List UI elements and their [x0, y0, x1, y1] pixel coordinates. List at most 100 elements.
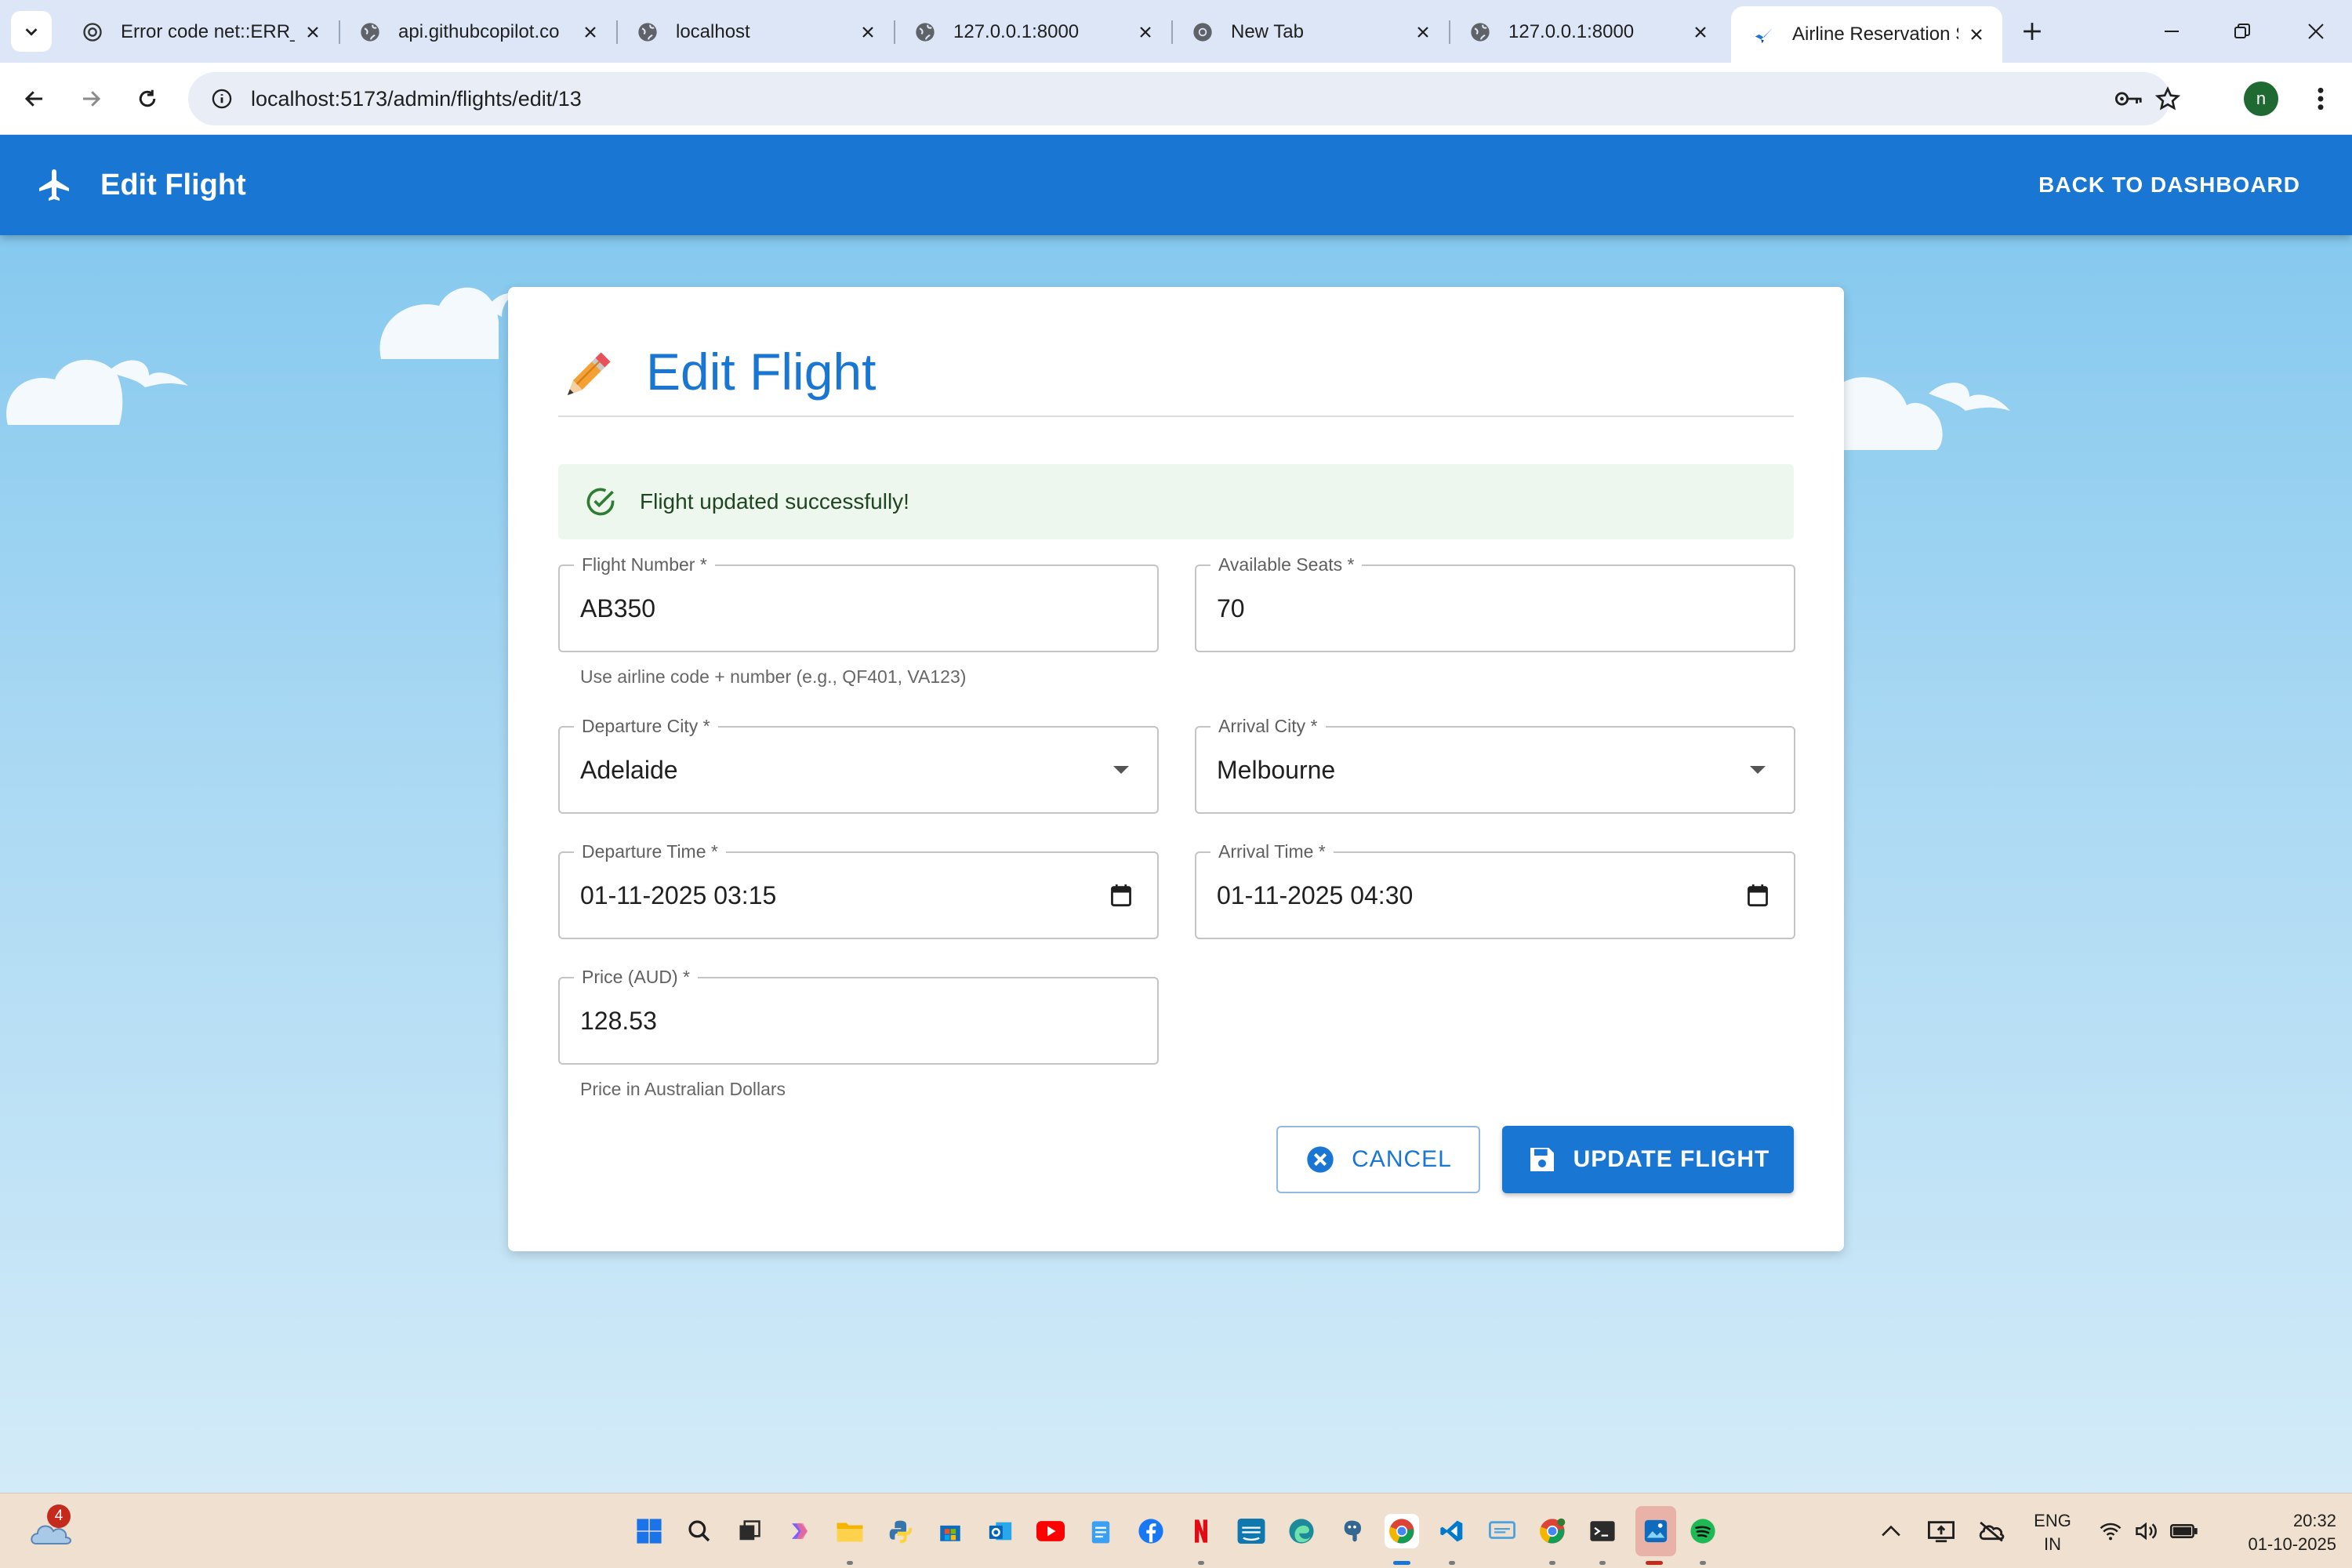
- arrival-time-input[interactable]: 01-11-2025 04:30: [1217, 853, 1413, 938]
- windows-taskbar: 4 ENG IN 20:32 01-10-2025: [0, 1493, 2352, 1568]
- airplane-icon: [39, 169, 69, 201]
- browser-tab-strip: Error code net::ERR_ api.githubcopilot.c…: [0, 0, 2352, 63]
- chrome-icon[interactable]: [1385, 1514, 1419, 1548]
- copilot-icon[interactable]: [782, 1514, 817, 1548]
- task-view-icon[interactable]: [732, 1514, 767, 1548]
- facebook-icon[interactable]: [1134, 1514, 1168, 1548]
- tab-127-0-0-1-a[interactable]: 127.0.0.1:8000: [892, 8, 1173, 56]
- battery-icon[interactable]: [2167, 1514, 2201, 1548]
- dropdown-arrow-icon[interactable]: [1742, 754, 1773, 786]
- tab-127-0-0-1-b[interactable]: 127.0.0.1:8000: [1447, 8, 1726, 56]
- chevron-up-icon[interactable]: [1874, 1514, 1908, 1548]
- new-tab-button[interactable]: [2015, 14, 2049, 49]
- remote-desktop-icon[interactable]: [1485, 1514, 1519, 1548]
- chrome-profile-icon[interactable]: [1535, 1514, 1570, 1548]
- language-indicator[interactable]: ENG IN: [2031, 1509, 2074, 1556]
- bookmark-star-icon[interactable]: [2152, 83, 2183, 114]
- tab-title: api.githubcopilot.co: [398, 21, 560, 42]
- spotify-icon[interactable]: [1686, 1514, 1720, 1548]
- cloud-decoration: [379, 287, 516, 359]
- forward-button[interactable]: [72, 80, 110, 118]
- departure-city-value[interactable]: Adelaide: [580, 728, 678, 812]
- windows-start-icon[interactable]: [632, 1514, 666, 1548]
- more-menu-button[interactable]: [2305, 80, 2336, 118]
- postgres-icon[interactable]: [1334, 1514, 1369, 1548]
- prime-video-icon[interactable]: [1234, 1514, 1269, 1548]
- python-icon[interactable]: [883, 1514, 917, 1548]
- reload-button[interactable]: [129, 80, 166, 118]
- close-icon: [2308, 24, 2324, 39]
- close-icon[interactable]: [301, 20, 325, 44]
- arrival-city-value[interactable]: Melbourne: [1217, 728, 1335, 812]
- running-indicator: [1599, 1561, 1606, 1565]
- close-icon[interactable]: [856, 20, 880, 44]
- globe-icon: [1468, 20, 1493, 45]
- outlook-icon[interactable]: [983, 1514, 1018, 1548]
- tab-title: 127.0.0.1:8000: [1508, 21, 1635, 42]
- departure-city-select[interactable]: Departure City * Adelaide: [558, 714, 1159, 814]
- arrival-time-field[interactable]: Arrival Time * 01-11-2025 04:30: [1195, 840, 1795, 939]
- terminal-icon[interactable]: [1585, 1514, 1620, 1548]
- arrow-right-icon: [83, 91, 101, 107]
- browser-toolbar: localhost:5173/admin/flights/edit/13 n: [0, 63, 2352, 135]
- restore-button[interactable]: [2219, 11, 2266, 52]
- departure-time-input[interactable]: 01-11-2025 03:15: [580, 853, 776, 938]
- calendar-icon[interactable]: [1105, 880, 1137, 911]
- wifi-icon[interactable]: [2093, 1514, 2128, 1548]
- cloud-offline-icon[interactable]: [1974, 1514, 2009, 1548]
- vscode-icon[interactable]: [1435, 1514, 1469, 1548]
- save-icon: [1530, 1148, 1554, 1171]
- tab-api-githubcopilot[interactable]: api.githubcopilot.co: [337, 8, 618, 56]
- close-icon[interactable]: [1965, 23, 1988, 46]
- system-clock[interactable]: 20:32 01-10-2025: [2219, 1509, 2336, 1556]
- departure-time-field[interactable]: Departure Time * 01-11-2025 03:15: [558, 840, 1159, 939]
- tab-localhost[interactable]: localhost: [615, 8, 895, 56]
- close-icon[interactable]: [1134, 20, 1157, 44]
- airline-icon: [1751, 22, 1777, 47]
- edge-icon[interactable]: [1284, 1514, 1319, 1548]
- minimize-button[interactable]: [2148, 11, 2195, 52]
- tab-airline-reservation[interactable]: Airline Reservation S: [1731, 6, 2002, 63]
- calendar-icon[interactable]: [1742, 880, 1773, 911]
- youtube-icon[interactable]: [1033, 1514, 1068, 1548]
- clock-date: 01-10-2025: [2248, 1534, 2336, 1554]
- url-text[interactable]: localhost:5173/admin/flights/edit/13: [251, 87, 582, 111]
- page-background: Edit Flight BACK TO DASHBOARD Edit Fligh…: [0, 135, 2352, 1493]
- volume-icon[interactable]: [2129, 1514, 2164, 1548]
- price-input[interactable]: 128.53: [580, 978, 657, 1063]
- tab-search-button[interactable]: [11, 11, 52, 52]
- flight-number-input[interactable]: AB350: [580, 566, 655, 651]
- site-info-icon[interactable]: [204, 81, 240, 117]
- tab-new-tab[interactable]: New Tab: [1170, 8, 1450, 56]
- back-button[interactable]: [16, 80, 53, 118]
- close-window-button[interactable]: [2292, 11, 2339, 52]
- dropdown-arrow-icon[interactable]: [1105, 754, 1137, 786]
- address-bar[interactable]: localhost:5173/admin/flights/edit/13: [188, 72, 2180, 125]
- microsoft-store-icon[interactable]: [933, 1514, 967, 1548]
- file-explorer-icon[interactable]: [833, 1514, 867, 1548]
- search-icon[interactable]: [682, 1514, 717, 1548]
- cancel-label: CANCEL: [1352, 1146, 1452, 1172]
- password-key-icon[interactable]: [2114, 83, 2145, 114]
- update-flight-button[interactable]: UPDATE FLIGHT: [1502, 1126, 1794, 1193]
- close-icon[interactable]: [579, 20, 602, 44]
- netflix-icon[interactable]: [1184, 1514, 1218, 1548]
- profile-avatar[interactable]: n: [2244, 82, 2278, 116]
- running-indicator: [1700, 1561, 1706, 1565]
- photos-app-icon[interactable]: [1635, 1506, 1676, 1556]
- notepad-icon[interactable]: [1083, 1514, 1118, 1548]
- flight-number-field[interactable]: Flight Number * AB350: [558, 553, 1159, 652]
- display-icon[interactable]: [1924, 1514, 1958, 1548]
- reload-icon: [139, 89, 156, 107]
- back-to-dashboard-button[interactable]: BACK TO DASHBOARD: [2026, 158, 2313, 212]
- cancel-circle-icon: [1307, 1146, 1334, 1173]
- price-field[interactable]: Price (AUD) * 128.53: [558, 965, 1159, 1065]
- close-icon[interactable]: [1689, 20, 1712, 44]
- cancel-button[interactable]: CANCEL: [1276, 1126, 1480, 1193]
- tab-error-code[interactable]: Error code net::ERR_: [60, 8, 340, 56]
- arrival-city-select[interactable]: Arrival City * Melbourne: [1195, 714, 1795, 814]
- running-indicator: [1549, 1561, 1555, 1565]
- available-seats-input[interactable]: 70: [1217, 566, 1245, 651]
- available-seats-field[interactable]: Available Seats * 70: [1195, 553, 1795, 652]
- close-icon[interactable]: [1411, 20, 1435, 44]
